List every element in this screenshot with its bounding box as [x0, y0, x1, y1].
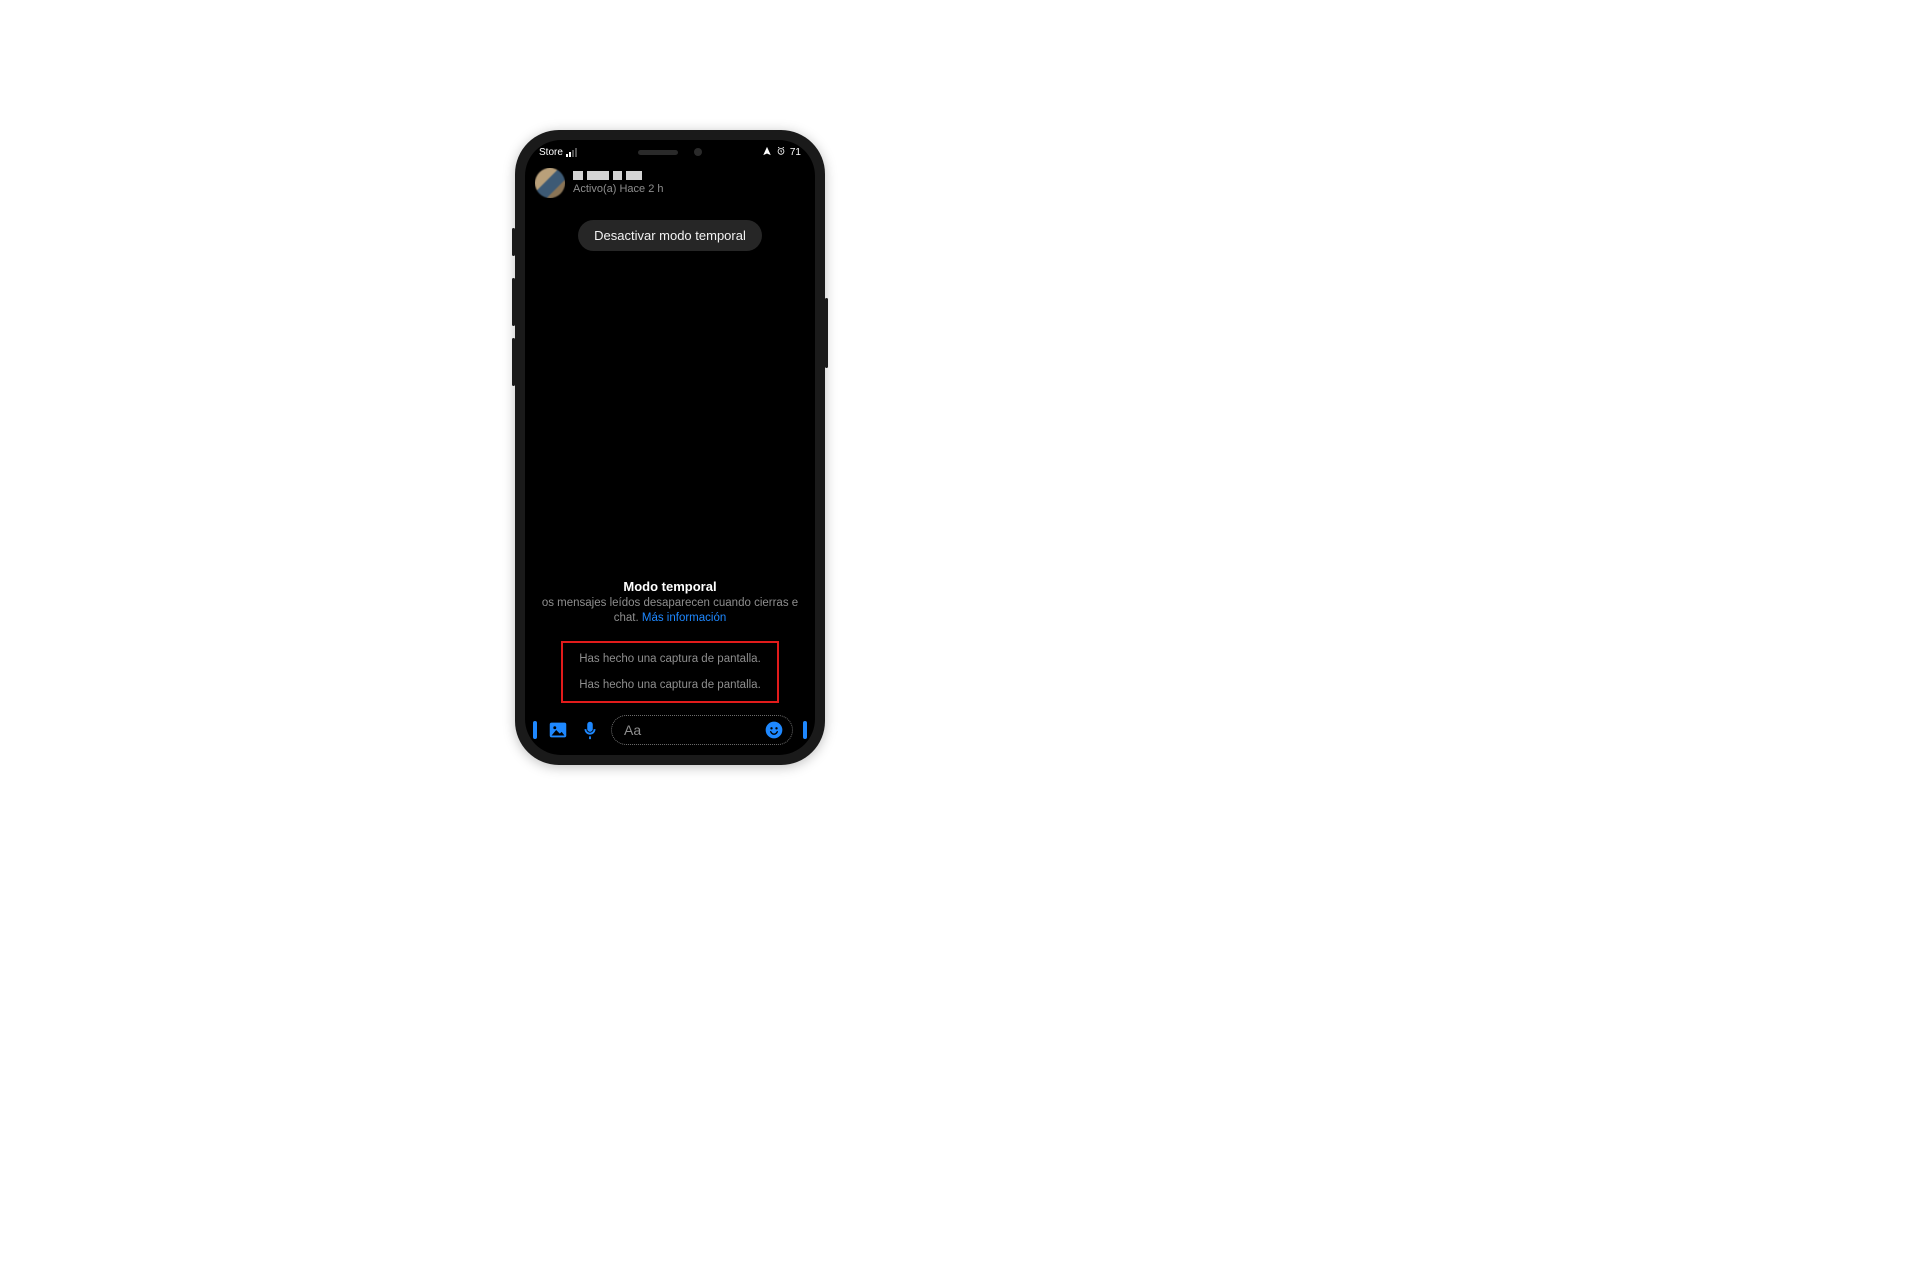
annotation-highlight-box: Has hecho una captura de pantalla. Has h… [561, 641, 779, 703]
phone-speaker [638, 150, 678, 155]
emoji-icon[interactable] [764, 720, 784, 740]
vanish-mode-description: os mensajes leídos desaparecen cuando ci… [542, 596, 798, 627]
chat-header[interactable]: Activo(a) Hace 2 h [525, 164, 815, 204]
vanish-mode-info: Modo temporal os mensajes leídos desapar… [536, 579, 804, 627]
battery-percent: 71 [790, 147, 801, 158]
phone-volume-up [512, 278, 515, 326]
phone-frame: Store 71 Activo(a) Hace 2 h [515, 130, 825, 765]
phone-volume-down [512, 338, 515, 386]
gallery-icon[interactable] [547, 719, 569, 741]
message-input-placeholder: Aa [624, 722, 756, 738]
status-back-app-label[interactable]: Store [539, 147, 563, 158]
chat-body: Desactivar modo temporal Modo temporal o… [525, 204, 815, 709]
signal-strength-icon [566, 148, 577, 157]
contact-name-redacted [573, 171, 663, 180]
phone-notch [605, 140, 735, 164]
phone-screen: Store 71 Activo(a) Hace 2 h [525, 140, 815, 755]
microphone-icon[interactable] [579, 719, 601, 741]
vanish-mode-desc-line1: os mensajes leídos desaparecen cuando ci… [542, 597, 798, 609]
alarm-icon [776, 146, 786, 159]
more-info-link[interactable]: Más información [642, 612, 726, 624]
screenshot-notice: Has hecho una captura de pantalla. [579, 653, 761, 665]
status-bar-right: 71 [762, 146, 801, 159]
avatar[interactable] [535, 168, 565, 198]
screenshot-notice: Has hecho una captura de pantalla. [579, 679, 761, 691]
message-input[interactable]: Aa [611, 715, 793, 745]
location-icon [762, 146, 772, 159]
phone-camera-dot [694, 148, 702, 156]
contact-activity-status: Activo(a) Hace 2 h [573, 183, 663, 196]
accent-decoration [533, 721, 537, 739]
vanish-mode-title: Modo temporal [542, 579, 798, 594]
phone-mute-switch [512, 228, 515, 256]
status-bar-left: Store [539, 147, 577, 158]
disable-vanish-mode-button[interactable]: Desactivar modo temporal [578, 220, 762, 251]
vanish-mode-desc-line2: chat. [614, 612, 642, 624]
message-input-bar: Aa [525, 709, 815, 755]
chat-header-info: Activo(a) Hace 2 h [573, 171, 663, 196]
phone-power-button [825, 298, 828, 368]
disable-vanish-mode-label: Desactivar modo temporal [594, 228, 746, 243]
accent-decoration [803, 721, 807, 739]
